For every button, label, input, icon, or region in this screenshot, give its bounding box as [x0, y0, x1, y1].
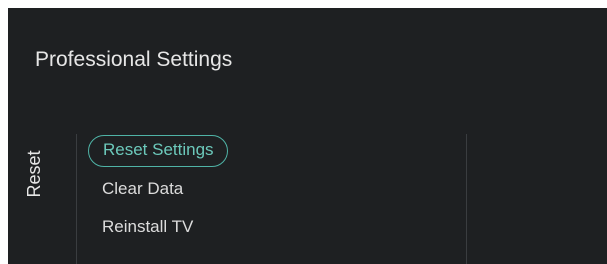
menu-divider-left — [76, 134, 77, 264]
menu-item-clear-data[interactable]: Clear Data — [88, 173, 228, 211]
reset-menu: Reset Settings Clear Data Reinstall TV — [88, 135, 228, 249]
tv-settings-screen: Professional Settings Reset Reset Settin… — [8, 8, 607, 264]
menu-item-reset-settings[interactable]: Reset Settings — [88, 135, 228, 167]
menu-divider-right — [466, 134, 467, 264]
menu-item-reinstall-tv[interactable]: Reinstall TV — [88, 211, 228, 249]
page-title: Professional Settings — [35, 48, 233, 71]
section-label-reset: Reset — [24, 150, 44, 198]
